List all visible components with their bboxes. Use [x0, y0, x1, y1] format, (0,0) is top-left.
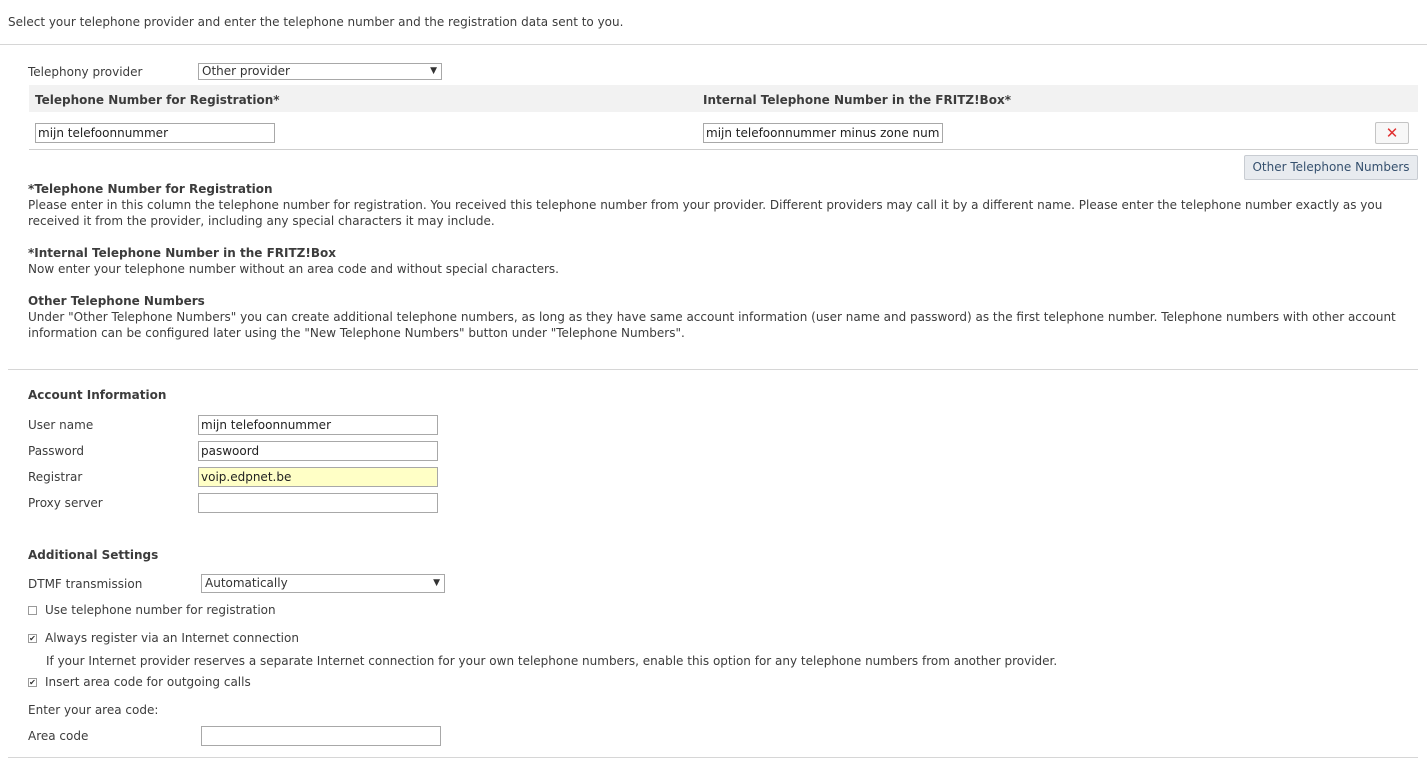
- help-other-title: Other Telephone Numbers: [28, 294, 205, 308]
- always-register-label: Always register via an Internet connecti…: [45, 631, 299, 645]
- area-code-label: Area code: [28, 729, 89, 743]
- help-internal-text: Now enter your telephone number without …: [28, 262, 559, 276]
- col-internal-header: Internal Telephone Number in the FRITZ!B…: [703, 93, 1011, 107]
- area-code-input[interactable]: [201, 726, 441, 746]
- help-other-text: Under "Other Telephone Numbers" you can …: [28, 310, 1396, 340]
- always-register-checkbox[interactable]: ✔: [28, 634, 37, 643]
- registrar-label: Registrar: [28, 470, 83, 484]
- help-internal-title: *Internal Telephone Number in the FRITZ!…: [28, 246, 336, 260]
- col-registration-header: Telephone Number for Registration*: [35, 93, 280, 107]
- dtmf-select-value: Automatically: [205, 576, 288, 590]
- help-other: Other Telephone Numbers Under "Other Tel…: [28, 293, 1408, 341]
- password-input[interactable]: [198, 441, 438, 461]
- help-internal: *Internal Telephone Number in the FRITZ!…: [28, 245, 1408, 277]
- insert-area-checkbox[interactable]: ✔: [28, 678, 37, 687]
- check-icon: ✔: [29, 678, 36, 687]
- divider: [8, 757, 1418, 758]
- proxy-label: Proxy server: [28, 496, 103, 510]
- dtmf-label: DTMF transmission: [28, 577, 143, 591]
- help-registration: *Telephone Number for Registration Pleas…: [28, 181, 1408, 229]
- internal-number-input[interactable]: [703, 123, 943, 143]
- additional-heading: Additional Settings: [28, 548, 159, 562]
- always-register-note: If your Internet provider reserves a sep…: [46, 654, 1058, 668]
- username-label: User name: [28, 418, 94, 432]
- close-icon: ✕: [1385, 124, 1399, 142]
- account-heading: Account Information: [28, 388, 167, 402]
- numbers-table-header: Telephone Number for Registration* Inter…: [29, 85, 1418, 112]
- use-number-label: Use telephone number for registration: [45, 603, 276, 617]
- registration-number-input[interactable]: [35, 123, 275, 143]
- chevron-down-icon: ▼: [430, 66, 437, 76]
- divider: [8, 369, 1418, 370]
- enter-area-prompt: Enter your area code:: [28, 703, 159, 717]
- other-telephone-numbers-button[interactable]: Other Telephone Numbers: [1244, 155, 1418, 180]
- intro-text: Select your telephone provider and enter…: [8, 15, 624, 29]
- chevron-down-icon: ▼: [433, 578, 440, 588]
- check-icon: ✔: [29, 634, 36, 643]
- registrar-input[interactable]: [198, 467, 438, 487]
- provider-label: Telephony provider: [28, 65, 143, 79]
- table-divider: [29, 149, 1418, 150]
- use-number-checkbox[interactable]: [28, 606, 37, 615]
- insert-area-label: Insert area code for outgoing calls: [45, 675, 251, 689]
- dtmf-select[interactable]: Automatically ▼: [201, 574, 445, 593]
- username-input[interactable]: [198, 415, 438, 435]
- password-label: Password: [28, 444, 85, 458]
- help-registration-title: *Telephone Number for Registration: [28, 182, 273, 196]
- proxy-input[interactable]: [198, 493, 438, 513]
- provider-select-value: Other provider: [202, 64, 290, 78]
- divider: [0, 44, 1427, 45]
- delete-number-button[interactable]: ✕: [1375, 122, 1409, 144]
- help-registration-text: Please enter in this column the telephon…: [28, 198, 1383, 228]
- provider-select[interactable]: Other provider ▼: [198, 63, 442, 80]
